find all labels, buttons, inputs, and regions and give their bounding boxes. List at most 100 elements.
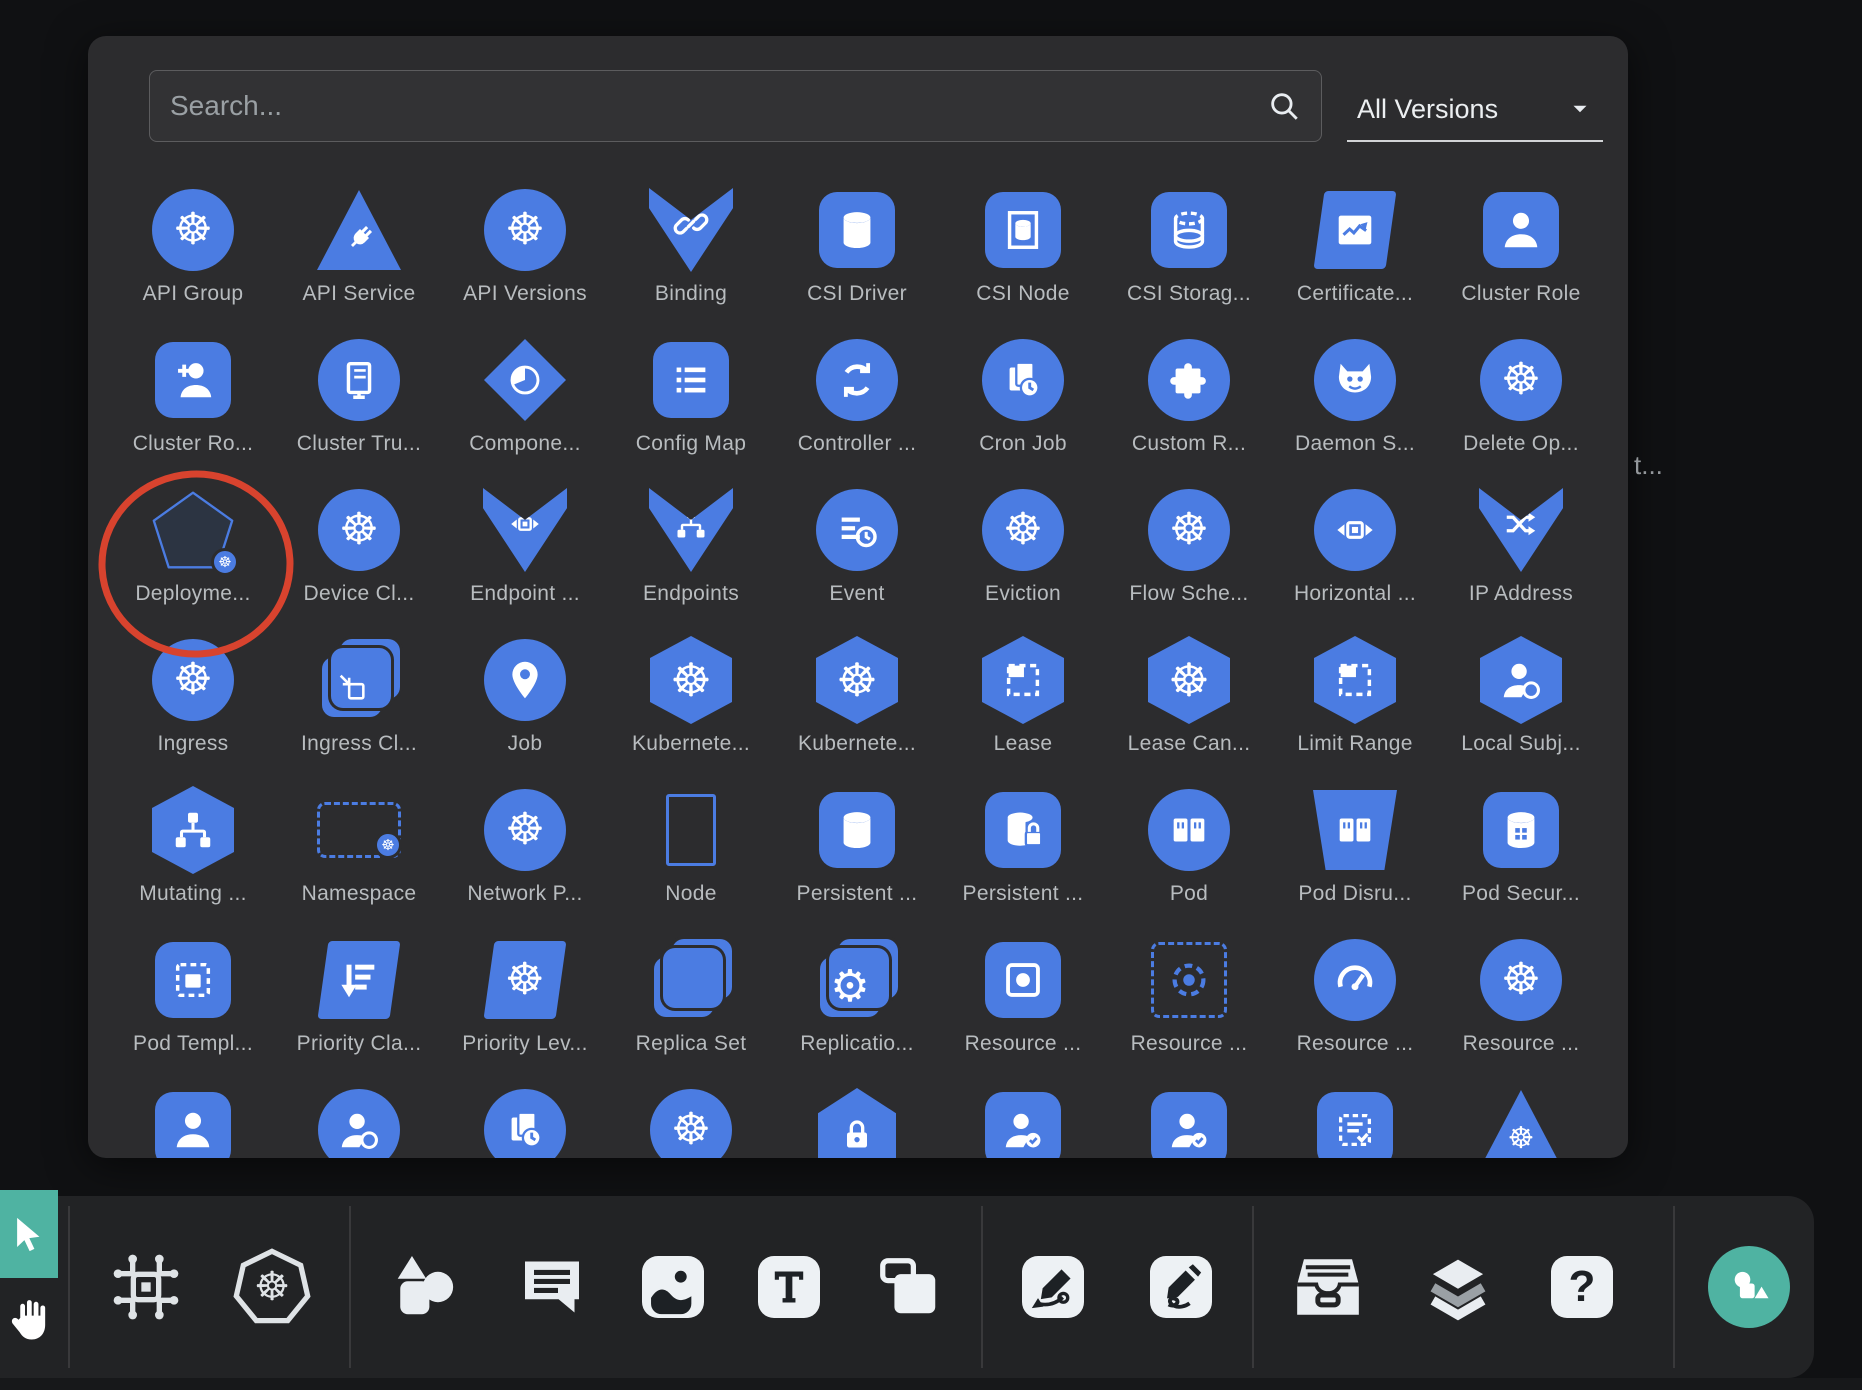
library-icon-pod-secur[interactable]: Pod Secur... [1438,788,1604,938]
library-icon-api-versions[interactable]: ☸API Versions [442,188,608,338]
icon-grid: ☸API GroupAPI Service☸API Versions Bindin… [110,188,1606,1158]
version-filter-dropdown[interactable]: All Versions [1347,78,1603,142]
lease-shape [981,638,1065,722]
library-icon-controller[interactable]: Controller ... [774,338,940,488]
library-icon-job[interactable]: Job [442,638,608,788]
toolbar-shapes-button[interactable] [386,1249,462,1325]
library-icon-limit-range[interactable]: Limit Range [1272,638,1438,788]
shape-library-button[interactable] [1708,1246,1790,1328]
library-icon-compone[interactable]: Compone... [442,338,608,488]
library-icon-csi-driver[interactable]: CSI Driver [774,188,940,338]
library-icon-daemon-s[interactable]: Daemon S... [1272,338,1438,488]
flow-sche-shape: ☸ [1147,488,1231,572]
api-group-shape: ☸ [151,188,235,272]
library-icon-event[interactable]: Event [774,488,940,638]
lease-can-shape: ☸ [1147,638,1231,722]
toolbar-comment-button[interactable] [516,1251,588,1323]
library-icon-kubernete[interactable]: ☸Kubernete... [608,638,774,788]
library-icon-deployme[interactable]: ☸Deployme... [110,488,276,638]
library-icon-priority-cla[interactable]: Priority Cla... [276,938,442,1088]
toolbar-image-button[interactable] [642,1256,704,1318]
toolbar-circuit-button[interactable] [106,1247,186,1327]
library-icon-row7-item-7[interactable] [1106,1088,1272,1158]
search-input[interactable] [170,90,1267,122]
library-icon-row7-item-5[interactable] [774,1088,940,1158]
library-icon-resource[interactable]: Resource ... [1272,938,1438,1088]
library-icon-lease[interactable]: Lease [940,638,1106,788]
library-icon-custom-r[interactable]: Custom R... [1106,338,1272,488]
toolbar-draw-button[interactable] [1150,1256,1212,1318]
library-icon-priority-lev[interactable]: ☸Priority Lev... [442,938,608,1088]
library-icon-ip-address[interactable]: IP Address [1438,488,1604,638]
library-icon-row7-item-6[interactable] [940,1088,1106,1158]
hand-pan-tool[interactable] [4,1294,56,1356]
library-icon-cluster-tru[interactable]: Cluster Tru... [276,338,442,488]
toolbar-archive-button[interactable] [1291,1250,1365,1324]
pod-templ-shape [151,938,235,1022]
library-icon-resource[interactable]: Resource ... [1106,938,1272,1088]
library-icon-row7-item-3[interactable] [442,1088,608,1158]
library-icon-pod[interactable]: Pod [1106,788,1272,938]
library-icon-pod-templ[interactable]: Pod Templ... [110,938,276,1088]
library-icon-csi-storag[interactable]: CSI Storag... [1106,188,1272,338]
library-icon-replicatio[interactable]: ⚙Replicatio... [774,938,940,1088]
ingress-label: Ingress [158,732,229,756]
library-icon-eviction[interactable]: ☸Eviction [940,488,1106,638]
library-icon-persistent[interactable]: Persistent ... [940,788,1106,938]
library-icon-lease-can[interactable]: ☸Lease Can... [1106,638,1272,788]
library-icon-mutating[interactable]: Mutating ... [110,788,276,938]
library-icon-cron-job[interactable]: Cron Job [940,338,1106,488]
cluster-ro-label: Cluster Ro... [133,432,254,456]
select-tool-button[interactable] [0,1190,58,1278]
library-icon-resource[interactable]: ☸Resource ... [1438,938,1604,1088]
toolbar-note-button[interactable] [874,1252,944,1322]
library-icon-flow-sche[interactable]: ☸Flow Sche... [1106,488,1272,638]
library-icon-replica-set[interactable]: Replica Set [608,938,774,1088]
ip-address-label: IP Address [1469,582,1573,606]
compone-label: Compone... [469,432,581,456]
library-icon-network-p[interactable]: ☸Network P... [442,788,608,938]
library-icon-cluster-ro[interactable]: Cluster Ro... [110,338,276,488]
library-icon-namespace[interactable]: ☸Namespace [276,788,442,938]
library-icon-row7-item-9[interactable]: ☸ [1438,1088,1604,1158]
library-icon-device-cl[interactable]: ☸Device Cl... [276,488,442,638]
toolbar-text-button[interactable] [758,1256,820,1318]
toolbar-kubernetes-button[interactable]: ☸ [230,1245,314,1329]
pen-arrow-icon [1022,1256,1084,1318]
library-icon-api-service[interactable]: API Service [276,188,442,338]
cluster-tru-shape [317,338,401,422]
library-icon-kubernete[interactable]: ☸Kubernete... [774,638,940,788]
library-icon-binding[interactable]: Binding [608,188,774,338]
library-icon-row7-item-1[interactable] [110,1088,276,1158]
library-icon-cluster-role[interactable]: Cluster Role [1438,188,1604,338]
library-icon-row7-item-8[interactable] [1272,1088,1438,1158]
library-icon-api-group[interactable]: ☸API Group [110,188,276,338]
library-icon-endpoint[interactable]: Endpoint ... [442,488,608,638]
library-icon-horizontal[interactable]: Horizontal ... [1272,488,1438,638]
library-icon-row7-item-2[interactable] [276,1088,442,1158]
library-icon-csi-node[interactable]: CSI Node [940,188,1106,338]
mutating-label: Mutating ... [139,882,246,906]
ingress-shape: ☸ [151,638,235,722]
toolbar-help-button[interactable]: ? [1551,1256,1613,1318]
row7-item-3-shape [483,1088,567,1158]
library-icon-row7-item-4[interactable]: ☸ [608,1088,774,1158]
library-icon-config-map[interactable]: Config Map [608,338,774,488]
library-icon-resource[interactable]: Resource ... [940,938,1106,1088]
endpoints-shape [649,488,733,572]
library-icon-ingress-cl[interactable]: Ingress Cl... [276,638,442,788]
library-icon-delete-op[interactable]: ☸Delete Op... [1438,338,1604,488]
resource-label: Resource ... [965,1032,1082,1056]
library-icon-endpoints[interactable]: Endpoints [608,488,774,638]
library-icon-ingress[interactable]: ☸ Ingress [110,638,276,788]
binding-label: Binding [655,282,727,306]
library-icon-pod-disru[interactable]: Pod Disru... [1272,788,1438,938]
library-icon-node[interactable]: Node [608,788,774,938]
toolbar-connector-pen-button[interactable] [1022,1256,1084,1318]
library-icon-persistent[interactable]: Persistent ... [774,788,940,938]
library-icon-local-subj[interactable]: Local Subj... [1438,638,1604,788]
toolbar-layers-button[interactable] [1423,1252,1493,1322]
resource-label: Resource ... [1131,1032,1248,1056]
library-icon-certificate[interactable]: Certificate... [1272,188,1438,338]
row7-item-7-shape [1147,1088,1231,1158]
